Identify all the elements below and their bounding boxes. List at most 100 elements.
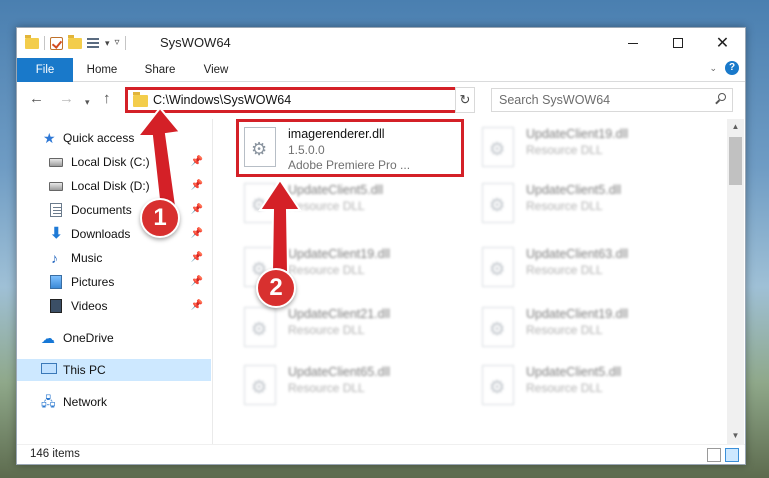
minimize-button[interactable]	[610, 28, 655, 58]
step-badge-2: 2	[256, 268, 296, 308]
back-arrow-icon[interactable]: ←	[29, 91, 44, 107]
properties-check-icon[interactable]	[50, 36, 63, 50]
refresh-button[interactable]: ↻	[455, 87, 475, 113]
documents-icon	[50, 203, 62, 217]
dll-file-icon: ⚙	[482, 183, 514, 223]
file-name: UpdateClient63.dll	[526, 247, 629, 261]
ribbon-right-controls: ⌄ ?	[709, 61, 739, 75]
details-view-icon[interactable]	[707, 448, 721, 462]
recent-locations-icon[interactable]: ▾	[85, 94, 90, 110]
window-controls: ✕	[610, 28, 745, 58]
close-button[interactable]: ✕	[700, 28, 745, 58]
file-name: UpdateClient19.dll	[526, 127, 629, 141]
pin-icon[interactable]: 📌	[191, 276, 203, 287]
gear-icon: ⚙	[489, 319, 506, 339]
window-title: SysWOW64	[160, 35, 231, 50]
file-type: Resource DLL	[526, 199, 603, 213]
dll-file-icon: ⚙	[244, 365, 276, 405]
drive-icon	[49, 158, 63, 167]
new-folder-icon[interactable]	[68, 34, 82, 49]
sidebar-item-label: Network	[63, 395, 108, 409]
large-icons-view-icon[interactable]	[725, 448, 739, 462]
file-item[interactable]: ⚙ UpdateClient19.dll Resource DLL	[476, 301, 696, 351]
search-input[interactable]: Search SysWOW64	[499, 93, 610, 107]
sidebar-item-onedrive[interactable]: ☁ OneDrive	[17, 327, 211, 349]
gear-icon: ⚙	[251, 319, 268, 339]
scroll-up-icon[interactable]: ▲	[727, 119, 744, 135]
chevron-down-icon[interactable]: ▾	[105, 35, 110, 51]
expand-ribbon-icon[interactable]: ⌄	[709, 63, 717, 74]
quick-access-toolbar: ▾ ▿	[25, 34, 126, 51]
gear-icon: ⚙	[489, 259, 506, 279]
sidebar-item-this-pc[interactable]: This PC	[17, 359, 211, 381]
tab-view[interactable]: View	[193, 58, 239, 82]
file-type: Resource DLL	[288, 381, 365, 395]
file-item[interactable]: ⚙ UpdateClient5.dll Resource DLL	[476, 177, 696, 227]
title-bar[interactable]: ▾ ▿ SysWOW64 ✕	[17, 28, 745, 58]
file-type: Resource DLL	[526, 381, 603, 395]
search-box[interactable]: Search SysWOW64	[491, 88, 733, 112]
refresh-icon: ↻	[459, 92, 471, 107]
dll-file-icon: ⚙	[244, 307, 276, 347]
toolbar-divider	[124, 36, 126, 50]
gear-icon: ⚙	[489, 195, 506, 215]
network-icon: 🖧	[41, 394, 56, 409]
file-type: Resource DLL	[526, 323, 603, 337]
folder-icon	[25, 34, 39, 49]
item-count: 146 items	[30, 448, 80, 460]
status-bar: 146 items	[17, 444, 745, 464]
drive-icon	[49, 182, 63, 191]
highlight-box	[236, 119, 464, 177]
file-type: Resource DLL	[526, 143, 603, 157]
pc-icon	[41, 363, 57, 374]
file-name: UpdateClient21.dll	[288, 307, 391, 321]
sidebar-item-label: Videos	[71, 299, 108, 313]
sidebar-item-network[interactable]: 🖧 Network	[17, 391, 211, 413]
sidebar-item-pictures[interactable]: Pictures 📌	[17, 271, 211, 293]
search-icon[interactable]	[715, 93, 726, 105]
customize-toolbar-icon[interactable]: ▿	[115, 35, 120, 51]
view-toggle	[707, 448, 739, 462]
maximize-button[interactable]	[655, 28, 700, 58]
file-type: Resource DLL	[288, 323, 365, 337]
file-item[interactable]: ⚙ UpdateClient5.dll Resource DLL	[476, 359, 696, 409]
pin-icon[interactable]: 📌	[191, 252, 203, 263]
pictures-icon	[50, 275, 62, 289]
properties-list-icon[interactable]	[87, 37, 100, 50]
up-arrow-icon[interactable]: ↑	[103, 91, 111, 107]
file-name: UpdateClient65.dll	[288, 365, 391, 379]
tab-share[interactable]: Share	[135, 58, 185, 82]
dll-file-icon: ⚙	[482, 127, 514, 167]
sidebar-item-label: This PC	[63, 363, 106, 377]
onedrive-icon: ☁	[41, 330, 55, 346]
file-type: Resource DLL	[526, 263, 603, 277]
file-name: UpdateClient5.dll	[526, 183, 622, 197]
sidebar-item-music[interactable]: ♪ Music 📌	[17, 247, 211, 269]
help-icon[interactable]: ?	[725, 61, 739, 75]
file-item[interactable]: ⚙ UpdateClient19.dll Resource DLL	[476, 121, 696, 171]
file-explorer-window: ▾ ▿ SysWOW64 ✕ File Home Share View ⌄ ? …	[16, 27, 746, 465]
maximize-icon	[672, 38, 683, 48]
file-item[interactable]: ⚙ UpdateClient63.dll Resource DLL	[476, 241, 696, 291]
sidebar-item-label: Music	[71, 251, 103, 265]
file-item[interactable]: ⚙ UpdateClient21.dll Resource DLL	[238, 301, 458, 351]
tab-home[interactable]: Home	[77, 58, 127, 82]
scrollbar-thumb[interactable]	[729, 137, 742, 185]
scroll-down-icon[interactable]: ▼	[727, 428, 744, 444]
file-name: UpdateClient5.dll	[526, 365, 622, 379]
tab-file[interactable]: File	[17, 58, 73, 82]
star-icon: ★	[43, 130, 56, 146]
file-name: UpdateClient19.dll	[526, 307, 629, 321]
videos-icon	[50, 299, 62, 313]
sidebar-item-label: OneDrive	[63, 331, 114, 345]
forward-arrow-icon[interactable]: →	[59, 91, 74, 107]
file-item[interactable]: ⚙ UpdateClient65.dll Resource DLL	[238, 359, 458, 409]
gear-icon: ⚙	[489, 139, 506, 159]
sidebar-item-videos[interactable]: Videos 📌	[17, 295, 211, 317]
music-icon: ♪	[51, 250, 58, 266]
dll-file-icon: ⚙	[482, 247, 514, 287]
vertical-scrollbar[interactable]: ▲ ▼	[727, 119, 744, 444]
sidebar-item-label: Pictures	[71, 275, 115, 289]
pin-icon[interactable]: 📌	[191, 300, 203, 311]
dll-file-icon: ⚙	[482, 365, 514, 405]
